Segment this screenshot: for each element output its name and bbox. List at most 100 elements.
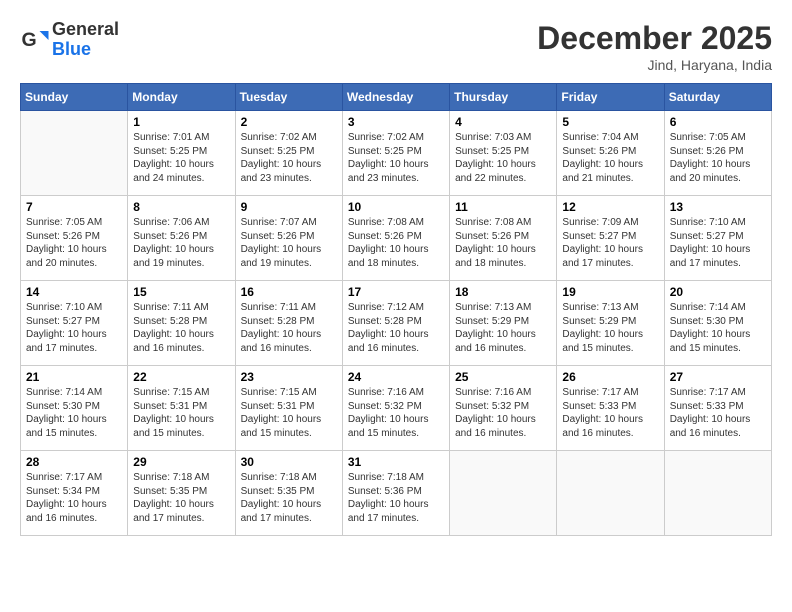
cell-info: Sunrise: 7:14 AMSunset: 5:30 PMDaylight:… [670, 301, 766, 355]
calendar-cell: 3 Sunrise: 7:02 AMSunset: 5:25 PMDaylight… [342, 111, 449, 196]
cell-info: Sunrise: 7:11 AMSunset: 5:28 PMDaylight:… [241, 301, 337, 355]
day-number: 18 [455, 285, 551, 299]
day-number: 28 [26, 455, 122, 469]
calendar-cell: 23Sunrise: 7:15 AMSunset: 5:31 PMDayligh… [235, 366, 342, 451]
calendar-week-row: 1 Sunrise: 7:01 AMSunset: 5:25 PMDaylight… [21, 111, 772, 196]
calendar-table: SundayMondayTuesdayWednesdayThursdayFrid… [20, 83, 772, 536]
cell-info: Sunrise: 7:10 AMSunset: 5:27 PMDaylight:… [26, 301, 122, 355]
calendar-cell: 11 Sunrise: 7:08 AMSunset: 5:26 PMDayligh… [450, 196, 557, 281]
calendar-cell: 7 Sunrise: 7:05 AMSunset: 5:26 PMDaylight… [21, 196, 128, 281]
cell-info: Sunrise: 7:08 AMSunset: 5:26 PMDaylight:… [455, 216, 551, 270]
day-number: 1 [133, 115, 229, 129]
calendar-cell: 2 Sunrise: 7:02 AMSunset: 5:25 PMDaylight… [235, 111, 342, 196]
day-number: 11 [455, 200, 551, 214]
calendar-cell: 17Sunrise: 7:12 AMSunset: 5:28 PMDayligh… [342, 281, 449, 366]
calendar-cell: 28Sunrise: 7:17 AMSunset: 5:34 PMDayligh… [21, 451, 128, 536]
cell-info: Sunrise: 7:05 AMSunset: 5:26 PMDaylight:… [670, 131, 766, 185]
weekday-header-saturday: Saturday [664, 84, 771, 111]
calendar-cell: 15Sunrise: 7:11 AMSunset: 5:28 PMDayligh… [128, 281, 235, 366]
cell-info: Sunrise: 7:03 AMSunset: 5:25 PMDaylight:… [455, 131, 551, 185]
day-number: 29 [133, 455, 229, 469]
day-number: 16 [241, 285, 337, 299]
cell-info: Sunrise: 7:16 AMSunset: 5:32 PMDaylight:… [348, 386, 444, 440]
day-number: 2 [241, 115, 337, 129]
day-number: 24 [348, 370, 444, 384]
calendar-cell: 18 Sunrise: 7:13 AMSunset: 5:29 PMDayligh… [450, 281, 557, 366]
day-number: 9 [241, 200, 337, 214]
calendar-cell: 20Sunrise: 7:14 AMSunset: 5:30 PMDayligh… [664, 281, 771, 366]
cell-info: Sunrise: 7:01 AMSunset: 5:25 PMDaylight:… [133, 131, 229, 185]
day-number: 4 [455, 115, 551, 129]
calendar-cell: 12Sunrise: 7:09 AMSunset: 5:27 PMDayligh… [557, 196, 664, 281]
cell-info: Sunrise: 7:18 AMSunset: 5:36 PMDaylight:… [348, 471, 444, 525]
cell-info: Sunrise: 7:10 AMSunset: 5:27 PMDaylight:… [670, 216, 766, 270]
cell-info: Sunrise: 7:04 AMSunset: 5:26 PMDaylight:… [562, 131, 658, 185]
cell-info: Sunrise: 7:15 AMSunset: 5:31 PMDaylight:… [241, 386, 337, 440]
cell-info: Sunrise: 7:02 AMSunset: 5:25 PMDaylight:… [348, 131, 444, 185]
calendar-cell [664, 451, 771, 536]
calendar-cell: 4 Sunrise: 7:03 AMSunset: 5:25 PMDaylight… [450, 111, 557, 196]
calendar-cell: 27Sunrise: 7:17 AMSunset: 5:33 PMDayligh… [664, 366, 771, 451]
logo: G General Blue [20, 20, 119, 60]
cell-info: Sunrise: 7:18 AMSunset: 5:35 PMDaylight:… [133, 471, 229, 525]
cell-info: Sunrise: 7:08 AMSunset: 5:26 PMDaylight:… [348, 216, 444, 270]
day-number: 10 [348, 200, 444, 214]
cell-info: Sunrise: 7:13 AMSunset: 5:29 PMDaylight:… [562, 301, 658, 355]
day-number: 25 [455, 370, 551, 384]
calendar-cell: 6 Sunrise: 7:05 AMSunset: 5:26 PMDaylight… [664, 111, 771, 196]
day-number: 26 [562, 370, 658, 384]
calendar-week-row: 28Sunrise: 7:17 AMSunset: 5:34 PMDayligh… [21, 451, 772, 536]
day-number: 31 [348, 455, 444, 469]
svg-text:G: G [22, 29, 37, 51]
weekday-header-sunday: Sunday [21, 84, 128, 111]
cell-info: Sunrise: 7:12 AMSunset: 5:28 PMDaylight:… [348, 301, 444, 355]
calendar-cell: 26 Sunrise: 7:17 AMSunset: 5:33 PMDayligh… [557, 366, 664, 451]
calendar-cell: 1 Sunrise: 7:01 AMSunset: 5:25 PMDaylight… [128, 111, 235, 196]
calendar-week-row: 14 Sunrise: 7:10 AMSunset: 5:27 PMDayligh… [21, 281, 772, 366]
calendar-cell: 21 Sunrise: 7:14 AMSunset: 5:30 PMDayligh… [21, 366, 128, 451]
cell-info: Sunrise: 7:07 AMSunset: 5:26 PMDaylight:… [241, 216, 337, 270]
cell-info: Sunrise: 7:06 AMSunset: 5:26 PMDaylight:… [133, 216, 229, 270]
calendar-cell [557, 451, 664, 536]
cell-info: Sunrise: 7:18 AMSunset: 5:35 PMDaylight:… [241, 471, 337, 525]
day-number: 12 [562, 200, 658, 214]
day-number: 21 [26, 370, 122, 384]
day-number: 3 [348, 115, 444, 129]
day-number: 13 [670, 200, 766, 214]
calendar-cell: 16 Sunrise: 7:11 AMSunset: 5:28 PMDayligh… [235, 281, 342, 366]
weekday-header-thursday: Thursday [450, 84, 557, 111]
day-number: 15 [133, 285, 229, 299]
calendar-cell: 19Sunrise: 7:13 AMSunset: 5:29 PMDayligh… [557, 281, 664, 366]
calendar-cell: 29 Sunrise: 7:18 AMSunset: 5:35 PMDayligh… [128, 451, 235, 536]
title-block: December 2025 Jind, Haryana, India [537, 20, 772, 73]
calendar-cell: 30 Sunrise: 7:18 AMSunset: 5:35 PMDayligh… [235, 451, 342, 536]
weekday-header-tuesday: Tuesday [235, 84, 342, 111]
calendar-cell: 8 Sunrise: 7:06 AMSunset: 5:26 PMDaylight… [128, 196, 235, 281]
calendar-cell: 31 Sunrise: 7:18 AMSunset: 5:36 PMDayligh… [342, 451, 449, 536]
logo-text: General Blue [52, 20, 119, 60]
cell-info: Sunrise: 7:14 AMSunset: 5:30 PMDaylight:… [26, 386, 122, 440]
calendar-week-row: 21 Sunrise: 7:14 AMSunset: 5:30 PMDayligh… [21, 366, 772, 451]
calendar-cell: 24 Sunrise: 7:16 AMSunset: 5:32 PMDayligh… [342, 366, 449, 451]
calendar-cell: 22 Sunrise: 7:15 AMSunset: 5:31 PMDayligh… [128, 366, 235, 451]
day-number: 14 [26, 285, 122, 299]
month-title: December 2025 [537, 20, 772, 57]
weekday-header-friday: Friday [557, 84, 664, 111]
calendar-cell: 10 Sunrise: 7:08 AMSunset: 5:26 PMDayligh… [342, 196, 449, 281]
calendar-cell: 5Sunrise: 7:04 AMSunset: 5:26 PMDaylight… [557, 111, 664, 196]
day-number: 7 [26, 200, 122, 214]
day-number: 22 [133, 370, 229, 384]
calendar-week-row: 7 Sunrise: 7:05 AMSunset: 5:26 PMDaylight… [21, 196, 772, 281]
cell-info: Sunrise: 7:13 AMSunset: 5:29 PMDaylight:… [455, 301, 551, 355]
cell-info: Sunrise: 7:05 AMSunset: 5:26 PMDaylight:… [26, 216, 122, 270]
cell-info: Sunrise: 7:02 AMSunset: 5:25 PMDaylight:… [241, 131, 337, 185]
calendar-cell: 9 Sunrise: 7:07 AMSunset: 5:26 PMDaylight… [235, 196, 342, 281]
weekday-header-wednesday: Wednesday [342, 84, 449, 111]
cell-info: Sunrise: 7:17 AMSunset: 5:33 PMDaylight:… [670, 386, 766, 440]
day-number: 8 [133, 200, 229, 214]
cell-info: Sunrise: 7:17 AMSunset: 5:33 PMDaylight:… [562, 386, 658, 440]
cell-info: Sunrise: 7:15 AMSunset: 5:31 PMDaylight:… [133, 386, 229, 440]
day-number: 6 [670, 115, 766, 129]
day-number: 30 [241, 455, 337, 469]
weekday-header-monday: Monday [128, 84, 235, 111]
